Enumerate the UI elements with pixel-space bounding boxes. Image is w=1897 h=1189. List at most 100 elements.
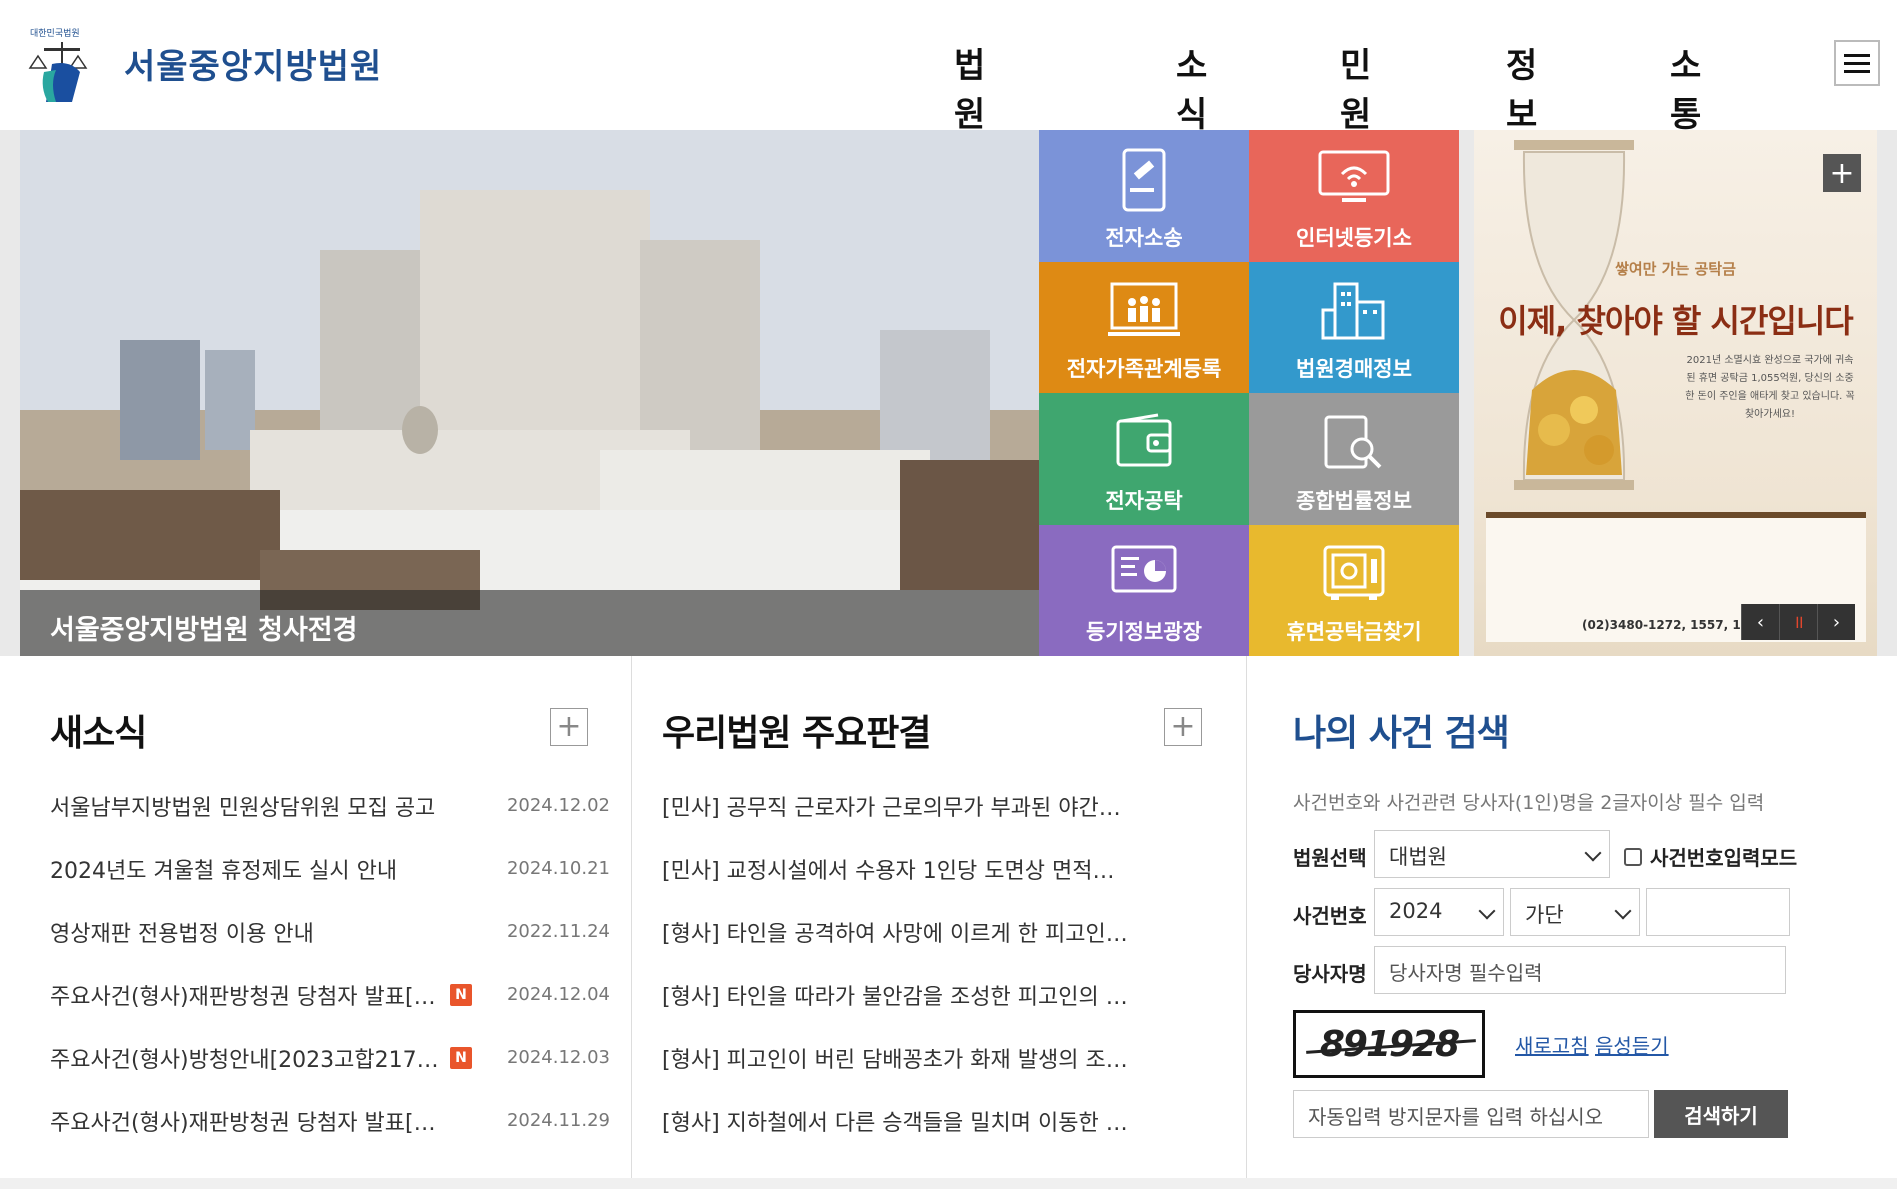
captcha-audio-link[interactable]: 음성듣기 [1595,1030,1669,1059]
chart-board-icon [1111,545,1177,592]
news-item-title[interactable]: 주요사건(형사)방청안내[2023고합217/2… [50,1042,445,1074]
news-item-date: 2024.12.03 [506,1047,610,1068]
nav-communication[interactable]: 소통 [1670,38,1701,136]
case-number-mode-toggle[interactable]: 사건번호입력모드 [1624,842,1797,871]
case-year-select[interactable]: 2024 [1374,888,1504,936]
judgment-item-title[interactable]: [형사] 타인을 공격하여 사망에 이르게 한 피고인의 … [662,916,1132,948]
list-item[interactable]: [형사] 지하철에서 다른 승객들을 밀치며 이동한 피… [662,1089,1222,1152]
tile-internet-registry[interactable]: 인터넷등기소 [1249,130,1459,262]
tile-label: 종합법률정보 [1296,488,1412,513]
tile-electronic-litigation[interactable]: 전자소송 [1039,130,1249,262]
court-emblem-icon: 대한민국법원 [22,22,112,104]
captcha-input[interactable]: 자동입력 방지문자를 입력 하십시오 [1293,1090,1649,1138]
chevron-down-icon [1614,902,1632,920]
banner-more-button[interactable]: + [1823,154,1861,192]
party-name-input[interactable]: 당사자명 필수입력 [1374,946,1786,994]
news-item-date: 2024.12.04 [506,984,610,1005]
case-type-select[interactable]: 가단 [1510,888,1640,936]
tile-legal-information[interactable]: 종합법률정보 [1249,393,1459,525]
case-year-value: 2024 [1389,899,1443,923]
banner-next-button[interactable]: › [1817,604,1855,640]
list-item[interactable]: [형사] 타인을 공격하여 사망에 이르게 한 피고인의 … [662,900,1222,963]
tile-label: 법원경매정보 [1296,357,1412,381]
court-select-value: 대법원 [1389,845,1447,869]
tile-family-registration[interactable]: 전자가족관계등록 [1039,261,1249,393]
gavel-tablet-icon [1122,148,1166,212]
judgment-item-title[interactable]: [형사] 피고인이 버린 담배꽁초가 화재 발생의 조건… [662,1042,1132,1074]
news-list: 서울남부지방법원 민원상담위원 모집 공고 2024.12.02 2024년도 … [50,774,610,1152]
nav-info[interactable]: 정보 [1506,38,1537,136]
tile-registry-square[interactable]: 등기정보광장 [1039,524,1249,656]
photo-caption: 서울중앙지방법원 청사전경 [20,590,1039,656]
banner-pause-button[interactable]: ॥ [1779,604,1817,640]
list-item[interactable]: 주요사건(형사)재판방청권 당첨자 발표[2… N 2024.12.04 [50,963,610,1026]
news-item-title[interactable]: 주요사건(형사)재판방청권 당첨자 발표[2… [50,1105,445,1137]
list-item[interactable]: 서울남부지방법원 민원상담위원 모집 공고 2024.12.02 [50,774,610,837]
menu-bar [1844,61,1870,65]
news-item-date: 2024.10.21 [506,858,610,879]
case-type-value: 가단 [1525,903,1564,927]
tile-label: 전자가족관계등록 [1066,357,1222,381]
list-item[interactable]: 주요사건(형사)방청안내[2023고합217/2… N 2024.12.03 [50,1026,610,1089]
banner-title: 이제, 찾아야 할 시간입니다 [1498,302,1853,340]
judgment-item-title[interactable]: [민사] 교정시설에서 수용자 1인당 도면상 면적이 2.… [662,853,1132,885]
nav-news[interactable]: 소식 [1176,38,1207,136]
courthouse-photo: 서울중앙지방법원 청사전경 [20,130,1039,656]
nav-civil[interactable]: 민원 [1340,38,1371,136]
tile-electronic-deposit[interactable]: 전자공탁 [1039,393,1249,525]
judgments-list: [민사] 공무직 근로자가 근로의무가 부과된 야간시… [민사] 교정시설에서… [662,774,1222,1152]
safe-icon [1323,545,1385,600]
list-item[interactable]: 2024년도 겨울철 휴정제도 실시 안내 2024.10.21 [50,837,610,900]
news-item-title[interactable]: 주요사건(형사)재판방청권 당첨자 발표[2… [50,979,445,1011]
case-search-title: 나의 사건 검색 [1293,713,1510,754]
menu-bar [1844,53,1870,57]
tile-label: 전자공탁 [1105,488,1183,513]
chevron-down-icon [1584,844,1602,862]
party-name-label: 당사자명 [1293,962,1367,986]
judgments-section: 우리법원 주요판결 + [민사] 공무직 근로자가 근로의무가 부과된 야간시…… [632,656,1247,1189]
banner-description: 2021년 소멸시효 완성으로 국가에 귀속된 휴면 공탁금 1,055억원, … [1685,355,1855,420]
case-search-button[interactable]: 검색하기 [1654,1090,1788,1138]
case-number-mode-checkbox[interactable] [1624,847,1642,866]
judgments-more-button[interactable]: + [1164,708,1202,746]
list-item[interactable]: [형사] 타인을 따라가 불안감을 조성한 피고인의 형… [662,963,1222,1026]
courthouse-illustration [20,130,1039,656]
news-item-date: 2022.11.24 [506,921,610,942]
case-search-hint: 사건번호와 사건관련 당사자(1인)명을 2글자이상 필수 입력 [1293,792,1765,814]
news-section: 새소식 + 서울남부지방법원 민원상담위원 모집 공고 2024.12.02 2… [20,656,632,1189]
news-item-title[interactable]: 영상재판 전용법정 이용 안내 [50,916,314,948]
judgment-item-title[interactable]: [형사] 지하철에서 다른 승객들을 밀치며 이동한 피… [662,1105,1132,1137]
site-header: 대한민국법원 서울중앙지방법원 법원소개 소식 민원 정보 소통 [0,0,1897,233]
banner-controls: ‹ ॥ › [1741,604,1855,640]
tile-label: 등기정보광장 [1086,620,1202,644]
captcha-image: 891928 [1293,1010,1485,1078]
news-title: 새소식 [50,713,147,754]
tile-dormant-deposit[interactable]: 휴면공탁금찾기 [1249,524,1459,656]
judgment-item-title[interactable]: [형사] 타인을 따라가 불안감을 조성한 피고인의 형… [662,979,1132,1011]
news-more-button[interactable]: + [550,708,588,746]
family-board-icon [1108,282,1180,336]
tile-label: 전자소송 [1105,225,1183,250]
list-item[interactable]: [형사] 피고인이 버린 담배꽁초가 화재 발생의 조건… [662,1026,1222,1089]
case-serial-input[interactable] [1646,888,1790,936]
site-logo[interactable]: 대한민국법원 서울중앙지방법원 [22,22,382,104]
news-item-title[interactable]: 2024년도 겨울철 휴정제도 실시 안내 [50,853,397,885]
buildings-icon [1321,282,1385,339]
hamburger-menu-icon[interactable] [1834,40,1880,86]
list-item[interactable]: [민사] 교정시설에서 수용자 1인당 도면상 면적이 2.… [662,837,1222,900]
list-item[interactable]: 주요사건(형사)재판방청권 당첨자 발표[2… 2024.11.29 [50,1089,610,1152]
list-item[interactable]: 영상재판 전용법정 이용 안내 2022.11.24 [50,900,610,963]
tile-label: 인터넷등기소 [1296,225,1412,250]
emblem-lettering: 대한민국법원 [30,28,80,39]
tile-court-auction[interactable]: 법원경매정보 [1249,261,1459,393]
deposit-banner[interactable]: + 쌓여만 가는 공탁금 이제, 찾아야 할 시간입니다 2021년 소멸시효 … [1474,130,1877,656]
case-number-mode-label: 사건번호입력모드 [1650,846,1798,870]
news-item-title[interactable]: 서울남부지방법원 민원상담위원 모집 공고 [50,790,435,822]
judgment-item-title[interactable]: [민사] 공무직 근로자가 근로의무가 부과된 야간시… [662,790,1132,822]
captcha-refresh-link[interactable]: 새로고침 [1515,1030,1589,1059]
court-select[interactable]: 대법원 [1374,830,1610,878]
monitor-wifi-icon [1318,150,1390,202]
footer-strip [0,1178,1897,1189]
list-item[interactable]: [민사] 공무직 근로자가 근로의무가 부과된 야간시… [662,774,1222,837]
banner-prev-button[interactable]: ‹ [1741,604,1779,640]
